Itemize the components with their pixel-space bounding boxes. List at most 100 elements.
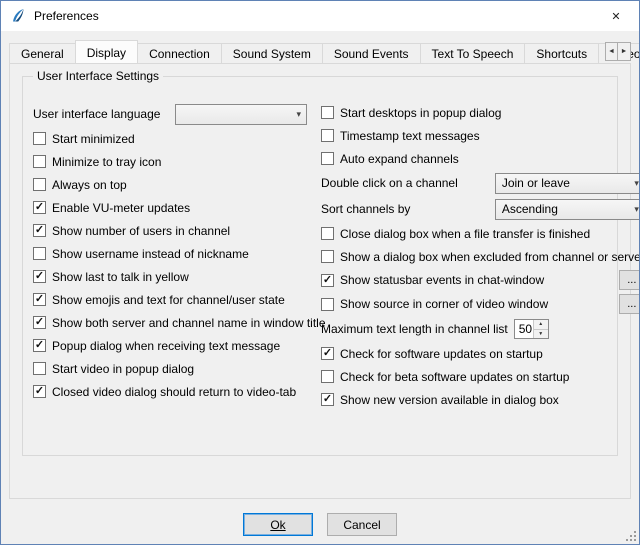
checkbox-show-user-count[interactable]: ✓ Show number of users in channel <box>33 219 309 242</box>
checkbox[interactable]: ✓ <box>321 347 334 360</box>
tab-scroll-left-icon[interactable]: ◄ <box>605 42 618 61</box>
spin-up-icon[interactable]: ▲ <box>534 320 548 329</box>
checkbox[interactable]: ✓ <box>33 201 46 214</box>
checkbox-label: Show last to talk in yellow <box>52 270 189 284</box>
tab-sound-system[interactable]: Sound System <box>221 43 323 63</box>
checkbox-label: Show number of users in channel <box>52 224 230 238</box>
check-icon: ✓ <box>323 348 332 359</box>
checkbox-start-minimized[interactable]: ✓ Start minimized <box>33 127 309 150</box>
checkbox-label: Enable VU-meter updates <box>52 201 190 215</box>
left-column: User interface language ▾ ✓ Start minimi… <box>33 101 309 411</box>
checkbox-label: Start minimized <box>52 132 135 146</box>
check-icon: ✓ <box>35 386 44 397</box>
spinner-buttons: ▲ ▼ <box>533 320 548 338</box>
checkbox[interactable]: ✓ <box>321 393 334 406</box>
checkbox-new-version-dialog[interactable]: ✓ Show new version available in dialog b… <box>321 388 640 411</box>
checkbox[interactable]: ✓ <box>321 370 334 383</box>
checkbox-last-to-talk-yellow[interactable]: ✓ Show last to talk in yellow <box>33 265 309 288</box>
checkbox-label: Check for beta software updates on start… <box>340 370 569 384</box>
tab-pane: User Interface Settings User interface l… <box>9 63 631 499</box>
checkbox[interactable]: ✓ <box>321 129 334 142</box>
checkbox-label: Show username instead of nickname <box>52 247 249 261</box>
right-column: ✓ Start desktops in popup dialog ✓ Times… <box>321 101 640 411</box>
tab-shortcuts[interactable]: Shortcuts <box>524 43 599 63</box>
sort-channels-label: Sort channels by <box>321 202 410 216</box>
footer: Ok Cancel <box>1 513 639 536</box>
cancel-button[interactable]: Cancel <box>327 513 397 536</box>
double-click-select[interactable]: Join or leave ▾ <box>495 173 640 194</box>
resize-grip[interactable] <box>626 531 637 542</box>
checkbox-label: Close dialog box when a file transfer is… <box>340 227 590 241</box>
language-select[interactable]: ▾ <box>175 104 307 125</box>
check-icon: ✓ <box>35 294 44 305</box>
checkbox-label: Always on top <box>52 178 127 192</box>
chevron-down-icon: ▾ <box>634 204 639 215</box>
close-button[interactable]: ✕ <box>593 1 639 31</box>
checkbox[interactable]: ✓ <box>321 250 334 263</box>
ok-button[interactable]: Ok <box>243 513 313 536</box>
spin-down-icon[interactable]: ▼ <box>534 329 548 339</box>
checkbox[interactable]: ✓ <box>33 316 46 329</box>
checkbox-check-updates[interactable]: ✓ Check for software updates on startup <box>321 342 640 365</box>
checkbox[interactable]: ✓ <box>33 224 46 237</box>
checkbox[interactable]: ✓ <box>33 339 46 352</box>
checkbox[interactable]: ✓ <box>33 385 46 398</box>
tab-text-to-speech[interactable]: Text To Speech <box>420 43 526 63</box>
tab-general[interactable]: General <box>9 43 76 63</box>
statusbar-events-options-button[interactable]: ... <box>619 270 640 290</box>
chevron-down-icon: ▾ <box>634 178 639 189</box>
settings-columns: User interface language ▾ ✓ Start minimi… <box>23 77 617 411</box>
video-source-options-button[interactable]: ... <box>619 294 640 314</box>
checkbox[interactable]: ✓ <box>321 227 334 240</box>
tab-display[interactable]: Display <box>75 40 138 63</box>
max-text-length-spinner[interactable]: 50 ▲ ▼ <box>514 319 549 339</box>
check-icon: ✓ <box>323 394 332 405</box>
checkbox-dialog-when-excluded[interactable]: ✓ Show a dialog box when excluded from c… <box>321 245 640 268</box>
video-source-row: ✓ Show source in corner of video window … <box>321 292 640 316</box>
checkbox-username-instead-nickname[interactable]: ✓ Show username instead of nickname <box>33 242 309 265</box>
checkbox[interactable]: ✓ <box>33 247 46 260</box>
checkbox[interactable]: ✓ <box>321 298 334 311</box>
checkbox-timestamp-messages[interactable]: ✓ Timestamp text messages <box>321 124 640 147</box>
tab-sound-events[interactable]: Sound Events <box>322 43 421 63</box>
checkbox-label: Auto expand channels <box>340 152 459 166</box>
checkbox[interactable]: ✓ <box>33 270 46 283</box>
checkbox-minimize-to-tray[interactable]: ✓ Minimize to tray icon <box>33 150 309 173</box>
checkbox-video-source-corner[interactable]: ✓ Show source in corner of video window <box>321 297 548 311</box>
checkbox-label: Show a dialog box when excluded from cha… <box>340 250 640 264</box>
checkbox-video-popup-dialog[interactable]: ✓ Start video in popup dialog <box>33 357 309 380</box>
cancel-button-label: Cancel <box>343 518 380 532</box>
checkbox-vu-meter-updates[interactable]: ✓ Enable VU-meter updates <box>33 196 309 219</box>
checkbox-close-on-file-transfer[interactable]: ✓ Close dialog box when a file transfer … <box>321 222 640 245</box>
check-icon: ✓ <box>35 340 44 351</box>
checkbox[interactable]: ✓ <box>33 178 46 191</box>
checkbox-label: Popup dialog when receiving text message <box>52 339 280 353</box>
group-user-interface-settings: User Interface Settings User interface l… <box>22 76 618 456</box>
tab-scroll-right-icon[interactable]: ► <box>618 42 631 61</box>
checkbox-auto-expand-channels[interactable]: ✓ Auto expand channels <box>321 147 640 170</box>
checkbox-check-beta-updates[interactable]: ✓ Check for beta software updates on sta… <box>321 365 640 388</box>
checkbox-server-channel-window-title[interactable]: ✓ Show both server and channel name in w… <box>33 311 309 334</box>
combo-value: Ascending <box>502 202 558 216</box>
statusbar-events-row: ✓ Show statusbar events in chat-window .… <box>321 268 640 292</box>
checkbox[interactable]: ✓ <box>321 274 334 287</box>
checkbox[interactable]: ✓ <box>33 293 46 306</box>
checkbox[interactable]: ✓ <box>33 155 46 168</box>
checkbox[interactable]: ✓ <box>33 362 46 375</box>
checkbox-label: Show new version available in dialog box <box>340 393 559 407</box>
checkbox-always-on-top[interactable]: ✓ Always on top <box>33 173 309 196</box>
checkbox-label: Show emojis and text for channel/user st… <box>52 293 285 307</box>
checkbox-desktops-popup[interactable]: ✓ Start desktops in popup dialog <box>321 101 640 124</box>
tab-connection[interactable]: Connection <box>137 43 222 63</box>
checkbox[interactable]: ✓ <box>33 132 46 145</box>
checkbox-closed-video-return-tab[interactable]: ✓ Closed video dialog should return to v… <box>33 380 309 403</box>
checkbox-label: Timestamp text messages <box>340 129 480 143</box>
sort-channels-select[interactable]: Ascending ▾ <box>495 199 640 220</box>
checkbox[interactable]: ✓ <box>321 152 334 165</box>
checkbox-popup-text-message[interactable]: ✓ Popup dialog when receiving text messa… <box>33 334 309 357</box>
checkbox-emojis-and-text[interactable]: ✓ Show emojis and text for channel/user … <box>33 288 309 311</box>
checkbox-statusbar-events[interactable]: ✓ Show statusbar events in chat-window <box>321 273 544 287</box>
checkbox-label: Closed video dialog should return to vid… <box>52 385 296 399</box>
checkbox[interactable]: ✓ <box>321 106 334 119</box>
double-click-label: Double click on a channel <box>321 176 458 190</box>
